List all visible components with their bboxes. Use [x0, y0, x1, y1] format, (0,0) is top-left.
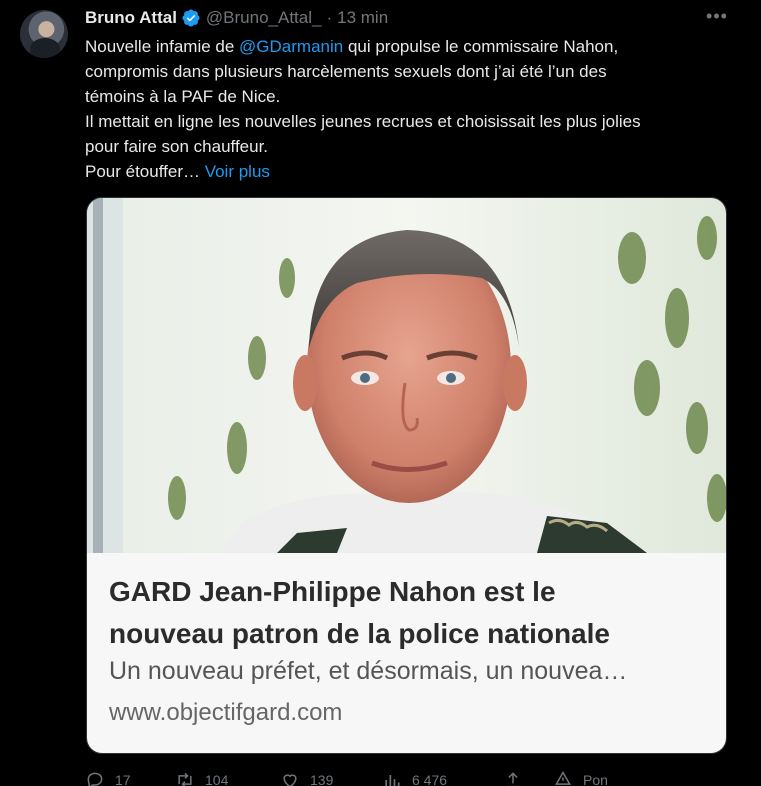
promote-label: Pon [583, 772, 608, 786]
tweet-text: Nouvelle infamie de @GDarmanin qui propu… [85, 34, 730, 184]
reply-count: 17 [115, 772, 131, 786]
author-avatar[interactable] [20, 10, 68, 58]
tweet-text-line: témoins à la PAF de Nice. [85, 87, 281, 106]
link-preview-domain[interactable]: www.objectifgard.com [109, 699, 342, 727]
promote-icon [555, 770, 571, 785]
tweet-text-line: Il mettait en ligne les nouvelles jeunes… [85, 112, 641, 131]
separator-dot: · [326, 8, 333, 27]
tweet-text-line: compromis dans plusieurs harcèlements se… [85, 62, 607, 81]
more-options-icon[interactable]: ••• [705, 6, 729, 26]
link-preview-title[interactable]: GARD Jean-Philippe Nahon est le nouveau … [109, 571, 709, 655]
tweet[interactable]: Bruno Attal @Bruno_Attal_ · 13 min ••• N… [0, 0, 761, 786]
tweet-text-line: Pour étouffer… Voir plus [85, 162, 270, 181]
mention-link[interactable]: @GDarmanin [239, 37, 343, 56]
reply-icon [87, 772, 103, 786]
promote-button[interactable]: Pon [553, 770, 608, 786]
like-button[interactable]: 139 [280, 770, 333, 786]
views-button[interactable]: 6 476 [382, 770, 447, 786]
link-preview-body: GARD Jean-Philippe Nahon est le nouveau … [87, 553, 726, 753]
article-photo [87, 198, 726, 553]
retweet-button[interactable]: 104 [175, 770, 228, 786]
share-icon [507, 772, 519, 786]
verified-badge-icon [182, 9, 200, 27]
views-count: 6 476 [412, 772, 448, 786]
tweet-text-line: pour faire son chauffeur. [85, 137, 269, 156]
tweet-timestamp[interactable]: 13 min [337, 8, 388, 28]
link-preview-description: Un nouveau préfet, et désormais, un nouv… [109, 657, 628, 685]
views-chart-icon [385, 775, 400, 786]
link-preview-card[interactable]: GARD Jean-Philippe Nahon est le nouveau … [86, 197, 727, 754]
retweet-icon [178, 772, 192, 786]
reply-button[interactable]: 17 [85, 770, 131, 786]
retweet-count: 104 [205, 772, 229, 786]
show-more-link[interactable]: Voir plus [205, 162, 270, 181]
author-name[interactable]: Bruno Attal [85, 8, 177, 28]
tweet-header: Bruno Attal @Bruno_Attal_ · 13 min [85, 7, 388, 29]
author-handle[interactable]: @Bruno_Attal_ [206, 8, 322, 28]
like-count: 139 [310, 772, 334, 786]
tweet-text-line: Nouvelle infamie de @GDarmanin qui propu… [85, 37, 619, 56]
tweet-actions-bar: 17 104 139 6 476 Pon [85, 770, 725, 786]
heart-icon [283, 774, 297, 786]
share-button[interactable] [503, 770, 523, 786]
